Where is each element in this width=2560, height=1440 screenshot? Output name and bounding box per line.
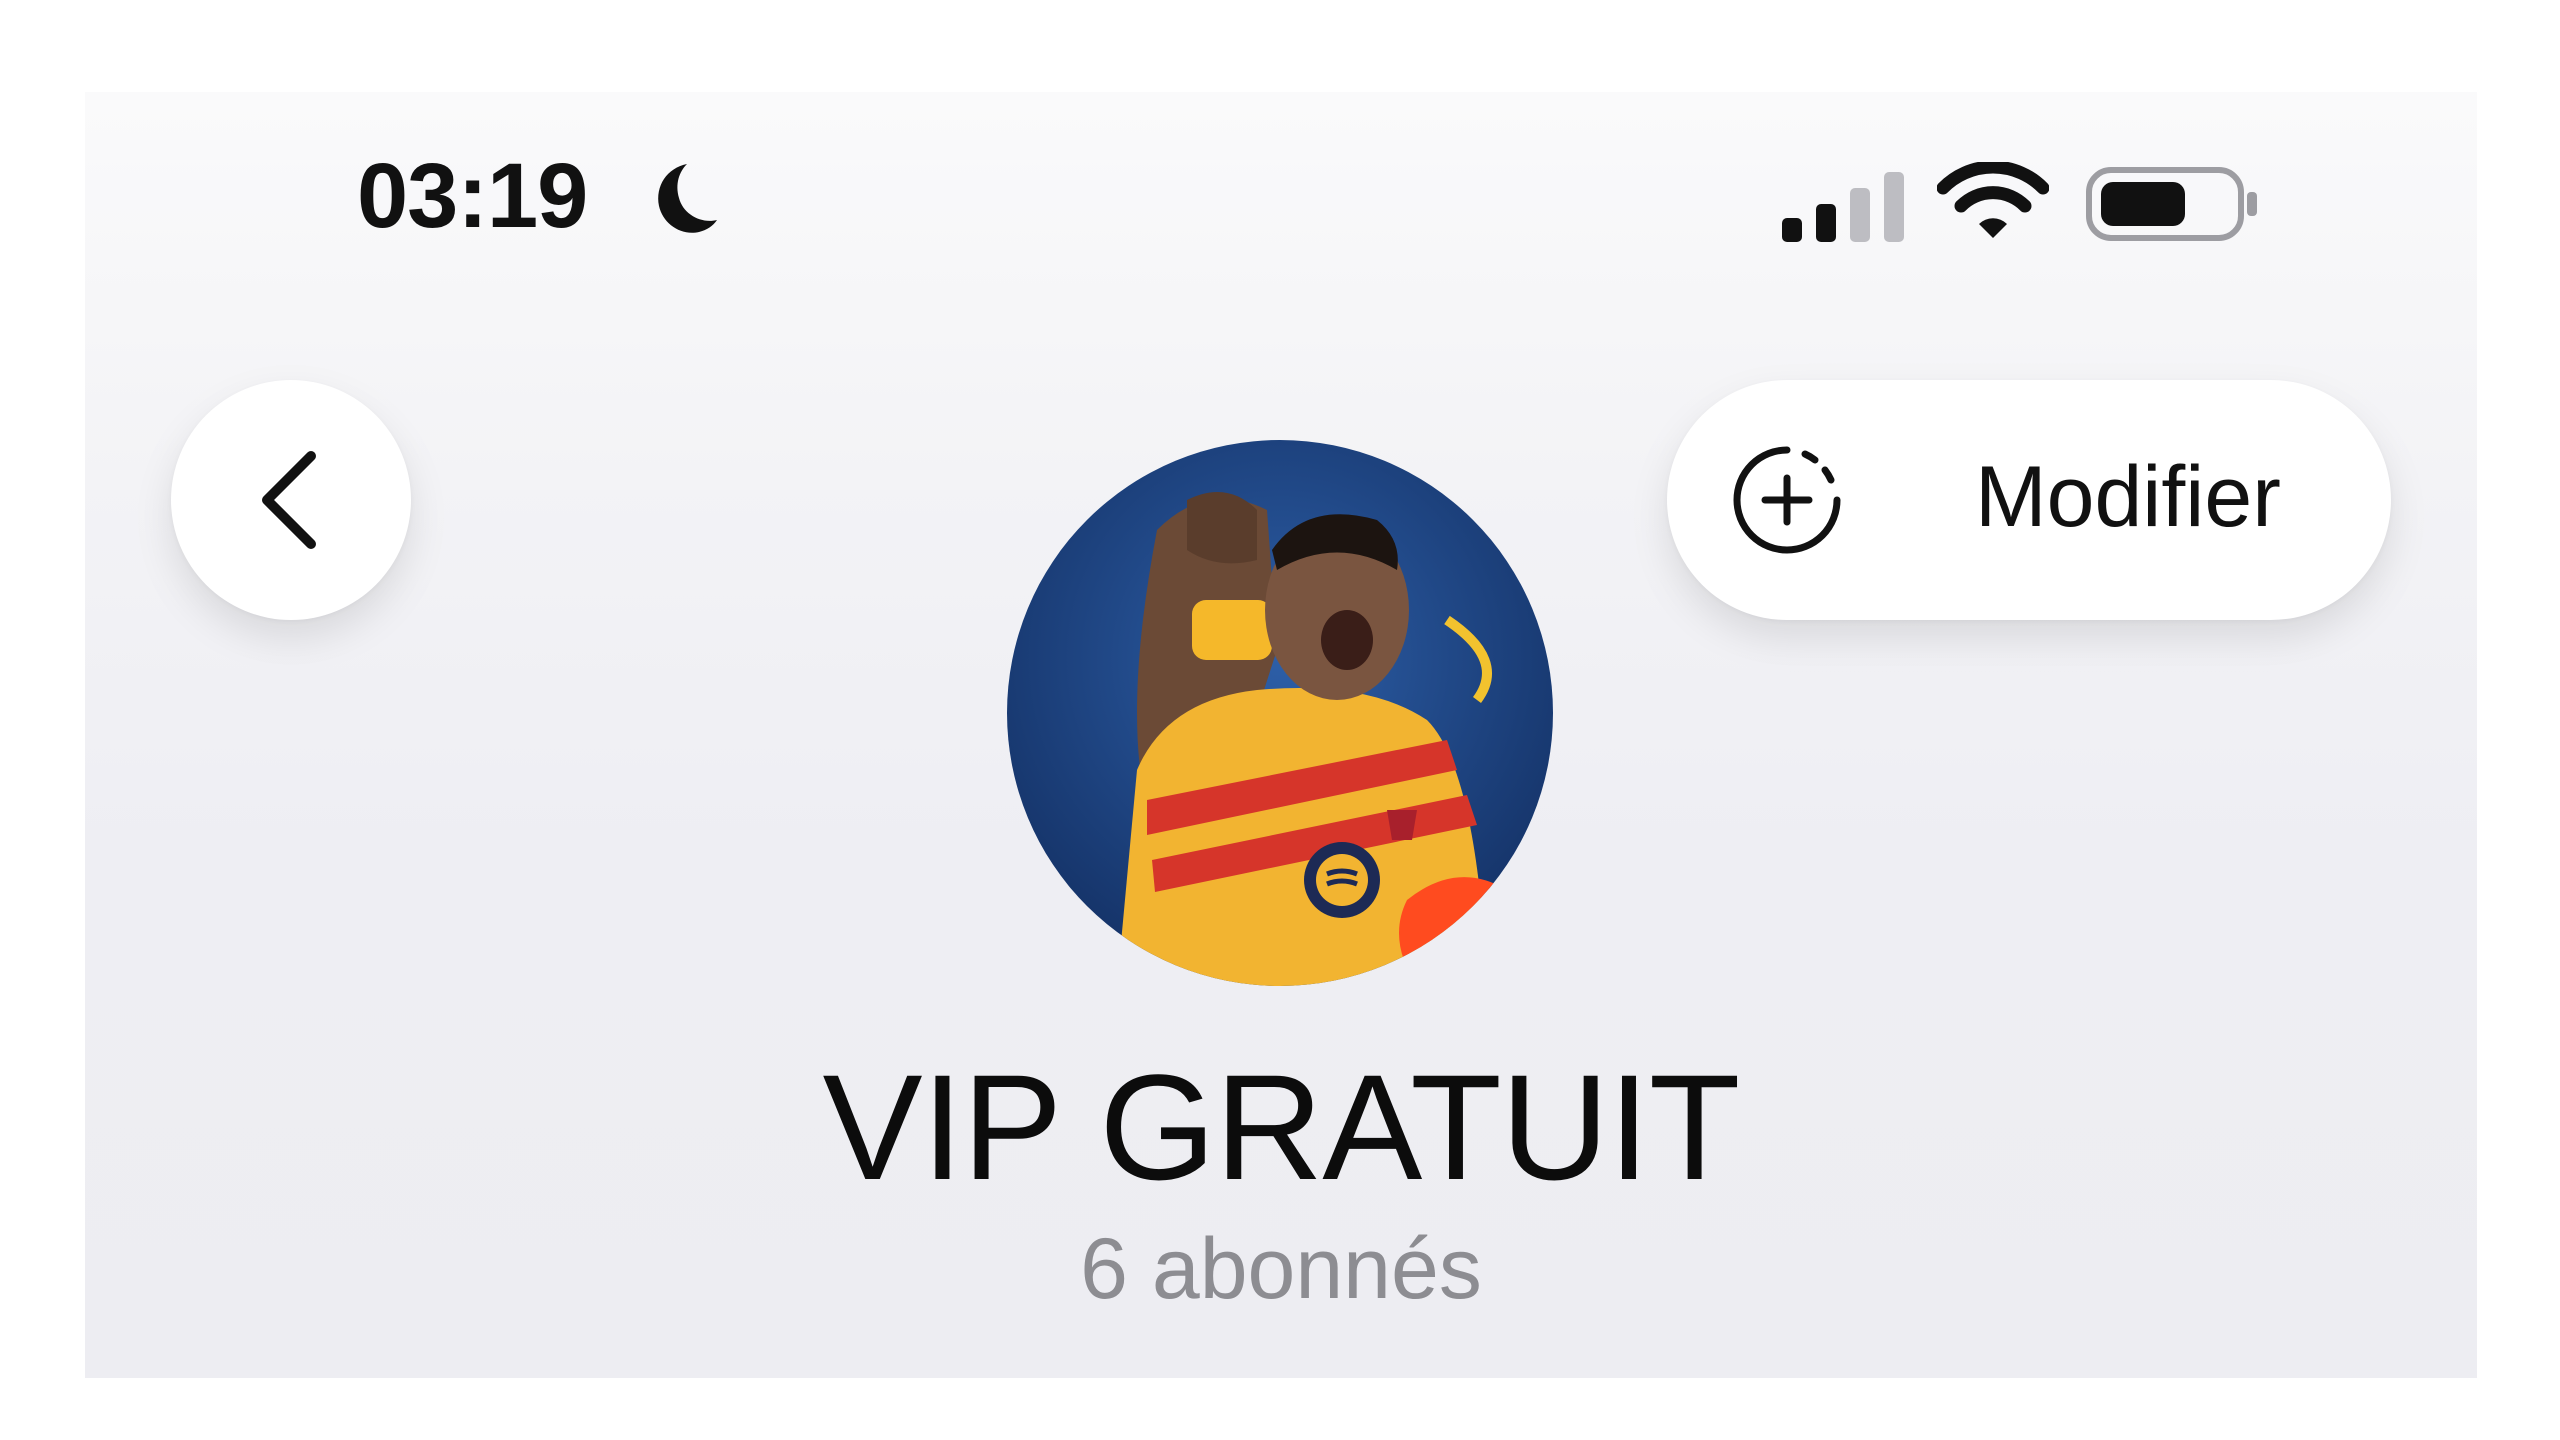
- moon-icon: [658, 164, 717, 233]
- modify-button[interactable]: Modifier: [1667, 380, 2391, 620]
- channel-title: VIP GRATUIT: [822, 1043, 1741, 1211]
- avatar-photo: [1007, 440, 1553, 986]
- battery-icon: [2086, 167, 2257, 241]
- status-time: 03:19: [357, 145, 588, 247]
- cellular-signal-icon: [1782, 172, 1904, 242]
- subscriber-count[interactable]: 6 abonnés: [85, 1226, 2477, 1312]
- chevron-left-icon: [262, 451, 316, 549]
- wifi-icon: [1937, 162, 2049, 238]
- add-circle-icon: [1733, 446, 1841, 554]
- modify-label: Modifier: [1975, 449, 2281, 545]
- channel-avatar[interactable]: [1007, 440, 1553, 986]
- channel-info-screen: 03:19 Modifier VIP GRATUIT 6 abonnés: [85, 92, 2477, 1378]
- back-button[interactable]: [171, 380, 411, 620]
